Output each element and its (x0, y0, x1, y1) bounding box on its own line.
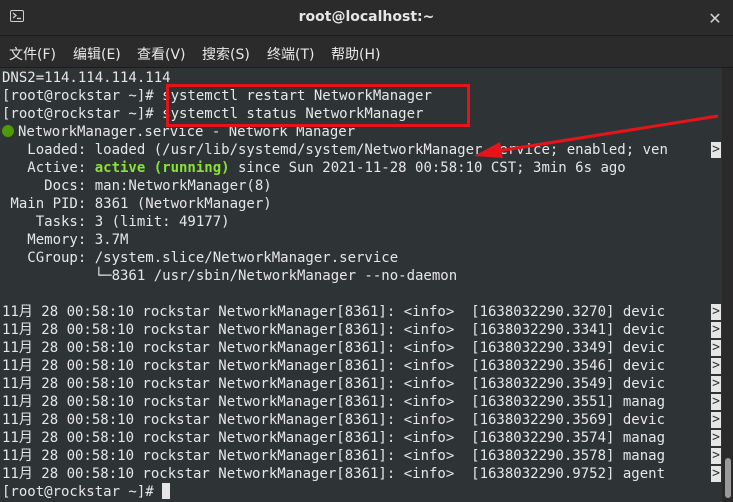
truncation-marker: > (711, 448, 721, 464)
log-line: 11月 28 00:58:10 rockstar NetworkManager[… (2, 358, 666, 374)
prompt: [root@rockstar ~]# (2, 484, 163, 500)
close-icon[interactable]: ✕ (705, 8, 725, 28)
truncation-marker: > (711, 412, 721, 428)
active-label: Active: (2, 160, 95, 176)
truncation-marker: > (711, 394, 721, 410)
cgroup-child-line: └─8361 /usr/sbin/NetworkManager --no-dae… (2, 268, 458, 284)
log-line: 11月 28 00:58:10 rockstar NetworkManager[… (2, 340, 666, 356)
truncation-marker: > (711, 322, 721, 338)
menu-edit[interactable]: 编辑(E) (73, 44, 121, 64)
annotation-arrow-icon (474, 114, 719, 158)
log-line: 11月 28 00:58:10 rockstar NetworkManager[… (2, 448, 666, 464)
truncation-marker: > (711, 358, 721, 374)
active-state: active (running) (94, 160, 230, 176)
memory-line: Memory: 3.7M (2, 232, 129, 248)
dns-line: DNS2=114.114.114.114 (2, 70, 171, 86)
truncation-marker: > (711, 430, 721, 446)
tasks-line: Tasks: 3 (limit: 49177) (2, 214, 230, 230)
prompt: [root@rockstar ~]# (2, 106, 154, 122)
truncation-marker: > (711, 466, 721, 482)
truncation-marker: > (711, 340, 721, 356)
truncation-marker: > (711, 376, 721, 392)
log-line: 11月 28 00:58:10 rockstar NetworkManager[… (2, 394, 666, 410)
docs-line: Docs: man:NetworkManager(8) (2, 178, 272, 194)
menu-file[interactable]: 文件(F) (9, 44, 56, 64)
scrollbar-thumb[interactable] (725, 458, 731, 498)
log-line: 11月 28 00:58:10 rockstar NetworkManager[… (2, 376, 666, 392)
prompt: [root@rockstar ~]# (2, 88, 154, 104)
log-line: 11月 28 00:58:10 rockstar NetworkManager[… (2, 322, 666, 338)
menu-terminal[interactable]: 终端(T) (267, 44, 314, 64)
title-bar[interactable]: root@localhost:~ ✕ (0, 0, 733, 36)
menu-help[interactable]: 帮助(H) (331, 44, 380, 64)
cgroup-line: CGroup: /system.slice/NetworkManager.ser… (2, 250, 399, 266)
text-cursor (162, 483, 171, 499)
menu-search[interactable]: 搜索(S) (202, 44, 250, 64)
log-line: 11月 28 00:58:10 rockstar NetworkManager[… (2, 412, 666, 428)
scrollbar[interactable] (722, 68, 733, 502)
log-line: 11月 28 00:58:10 rockstar NetworkManager[… (2, 304, 666, 320)
highlight-box (166, 84, 470, 127)
terminal-output[interactable]: DNS2=114.114.114.114 [root@rockstar ~]# … (0, 68, 722, 502)
log-line: 11月 28 00:58:10 rockstar NetworkManager[… (2, 466, 666, 482)
final-prompt-line: [root@rockstar ~]# (2, 483, 171, 501)
menu-bar: 文件(F) 编辑(E) 查看(V) 搜索(S) 终端(T) 帮助(H) (0, 36, 733, 68)
status-dot-icon (2, 125, 14, 137)
truncation-marker: > (711, 304, 721, 320)
mainpid-line: Main PID: 8361 (NetworkManager) (2, 196, 272, 212)
menu-view[interactable]: 查看(V) (137, 44, 186, 64)
window-title: root@localhost:~ (298, 9, 435, 25)
log-line: 11月 28 00:58:10 rockstar NetworkManager[… (2, 430, 666, 446)
